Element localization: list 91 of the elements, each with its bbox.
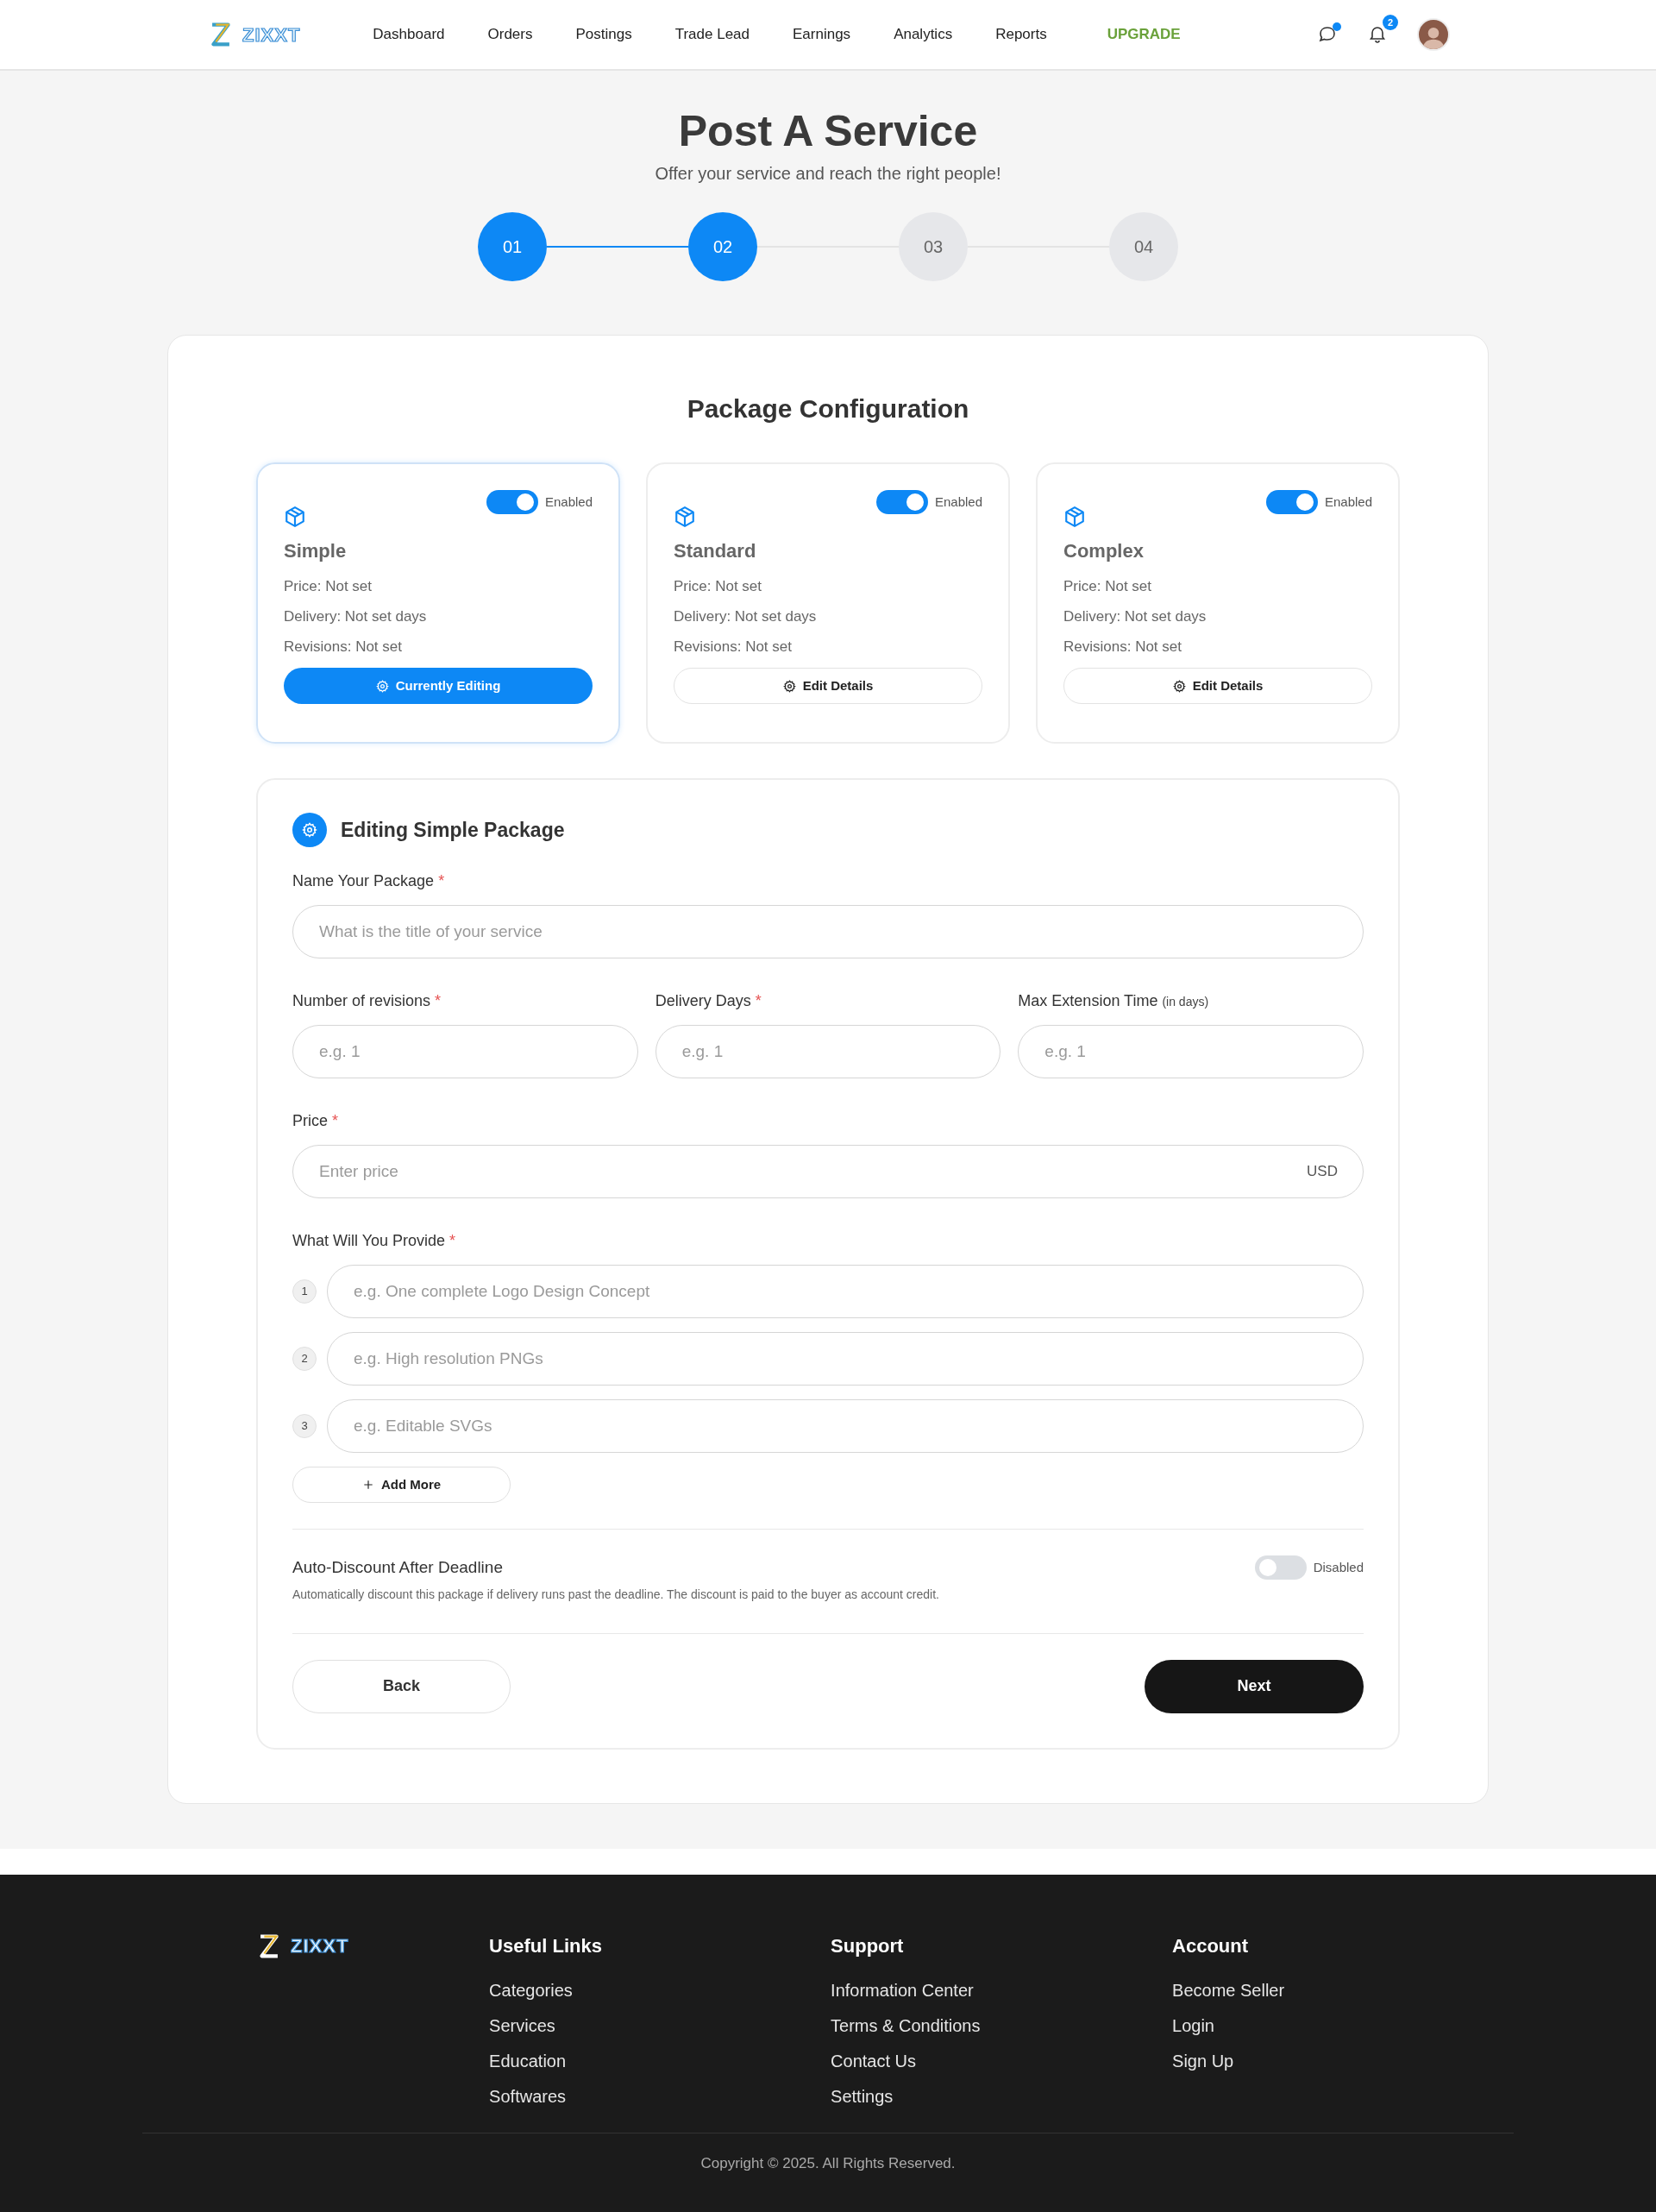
item-number: 3 <box>292 1414 317 1438</box>
footer-link[interactable]: Contact Us <box>831 2049 1173 2073</box>
footer-link[interactable]: Services <box>489 2014 831 2038</box>
input-field[interactable]: e.g. Editable SVGs <box>327 1399 1364 1453</box>
package-detail: Revisions: Not set <box>284 638 403 656</box>
package-detail: Delivery: Not set days <box>284 607 428 625</box>
copyright-text: Copyright © 2025. All Rights Reserved. <box>699 2153 957 2173</box>
toggle-status: Enabled <box>1324 493 1372 511</box>
package-name: Complex <box>1063 539 1145 563</box>
page-title: Post A Service <box>677 106 979 157</box>
nav-link[interactable]: Dashboard <box>373 23 445 46</box>
footer-link[interactable]: Sign Up <box>1172 2049 1514 2073</box>
input-field[interactable]: What is the title of your service <box>292 905 1364 958</box>
input-field[interactable]: e.g. 1 <box>1018 1025 1364 1078</box>
setting-title: Auto-Discount After Deadline <box>292 1557 504 1578</box>
field-label: Number of revisions * <box>292 991 442 1011</box>
settings-icon <box>1172 679 1186 693</box>
package-detail: Delivery: Not set days <box>674 607 818 625</box>
footer-link[interactable]: Information Center <box>831 1978 1173 2002</box>
package-card[interactable]: Enabled Standard Price: Not set Delivery: Not set days Revisions: Not set Edit Details <box>646 462 1010 744</box>
next-button[interactable]: Next <box>1145 1659 1364 1713</box>
package-detail: Price: Not set <box>1063 577 1153 595</box>
edit-details-button[interactable]: Edit Details <box>674 668 982 704</box>
footer-link[interactable]: Education <box>489 2049 831 2073</box>
plus-icon <box>361 1479 374 1491</box>
step-circle: 03 <box>899 212 968 281</box>
toggle-status: Disabled <box>1313 1558 1364 1576</box>
footer-link[interactable]: Softwares <box>489 2084 831 2108</box>
cube-icon <box>284 506 306 528</box>
notifications-button[interactable]: 2 <box>1365 14 1398 47</box>
package-detail: Revisions: Not set <box>674 638 793 656</box>
item-number: 1 <box>292 1279 317 1304</box>
nav-link[interactable]: Postings <box>575 23 632 46</box>
footer-link[interactable]: Categories <box>489 1978 831 2002</box>
package-card[interactable]: Enabled Simple Price: Not set Delivery: Not set days Revisions: Not set Currently Editing <box>256 462 620 744</box>
toggle-switch[interactable] <box>875 490 928 514</box>
currency-label: USD <box>1307 1162 1338 1182</box>
footer-heading: Account <box>1172 1933 1250 1958</box>
input-field[interactable]: e.g. 1 <box>655 1025 1001 1078</box>
field-label: What Will You Provide * <box>292 1231 457 1251</box>
footer-link[interactable]: Terms & Conditions <box>831 2014 1173 2038</box>
package-name: Standard <box>674 539 757 563</box>
currently-editing-button[interactable]: Currently Editing <box>284 668 593 704</box>
package-detail: Price: Not set <box>674 577 763 595</box>
nav-link[interactable]: Orders <box>487 23 533 46</box>
toggle-switch[interactable] <box>1265 490 1318 514</box>
section-title: Package Configuration <box>686 393 970 424</box>
toggle-status: Enabled <box>544 493 593 511</box>
edit-details-button[interactable]: Edit Details <box>1063 668 1372 704</box>
nav-link[interactable]: Reports <box>995 23 1047 46</box>
nav-link[interactable]: Earnings <box>793 23 851 46</box>
field-label: Price * <box>292 1111 340 1131</box>
nav-link[interactable]: Analytics <box>894 23 953 46</box>
package-detail: Revisions: Not set <box>1063 638 1182 656</box>
footer-link[interactable]: Settings <box>831 2084 1173 2108</box>
item-number: 2 <box>292 1347 317 1371</box>
step-circle: 01 <box>478 212 547 281</box>
cube-icon <box>1063 506 1086 528</box>
field-label: Max Extension Time (in days) <box>1018 991 1210 1011</box>
package-detail: Price: Not set <box>284 577 373 595</box>
notification-count: 2 <box>1383 14 1398 30</box>
package-card[interactable]: Enabled Complex Price: Not set Delivery: Not set days Revisions: Not set Edit Details <box>1036 462 1400 744</box>
toggle-switch[interactable] <box>1254 1555 1307 1580</box>
footer-heading: Useful Links <box>489 1933 603 1958</box>
input-field[interactable]: e.g. High resolution PNGs <box>327 1332 1364 1386</box>
toggle-switch[interactable] <box>486 490 538 514</box>
package-name: Simple <box>284 539 348 563</box>
input-field[interactable]: e.g. One complete Logo Design Concept <box>327 1265 1364 1318</box>
settings-icon <box>782 679 796 693</box>
logo-wordmark: ZIXXT <box>291 1934 349 1958</box>
logo-wordmark: ZIXXT <box>242 22 301 47</box>
settings-icon <box>292 813 327 847</box>
footer-heading: Support <box>831 1933 905 1958</box>
page-subtitle: Offer your service and reach the right people! <box>654 163 1002 185</box>
editor-title: Editing Simple Package <box>341 817 565 843</box>
add-more-button[interactable]: Add More <box>292 1467 511 1503</box>
footer-link[interactable]: Login <box>1172 2014 1514 2038</box>
footer-link[interactable]: Become Seller <box>1172 1978 1514 2002</box>
step-circle: 02 <box>688 212 757 281</box>
user-avatar[interactable] <box>1417 18 1450 51</box>
setting-description: Automatically discount this package if delivery runs past the deadline. The discount is paid to the buyer as account credit. <box>292 1586 939 1603</box>
field-label: Delivery Days * <box>655 991 762 1011</box>
toggle-status: Enabled <box>934 493 982 511</box>
input-field[interactable]: e.g. 1 <box>292 1025 638 1078</box>
cube-icon <box>674 506 696 528</box>
nav-link[interactable]: Trade Lead <box>674 23 750 46</box>
step-circle: 04 <box>1109 212 1178 281</box>
settings-icon <box>375 679 389 693</box>
back-button[interactable]: Back <box>292 1659 511 1713</box>
field-label: Name Your Package * <box>292 871 446 891</box>
package-detail: Delivery: Not set days <box>1063 607 1208 625</box>
